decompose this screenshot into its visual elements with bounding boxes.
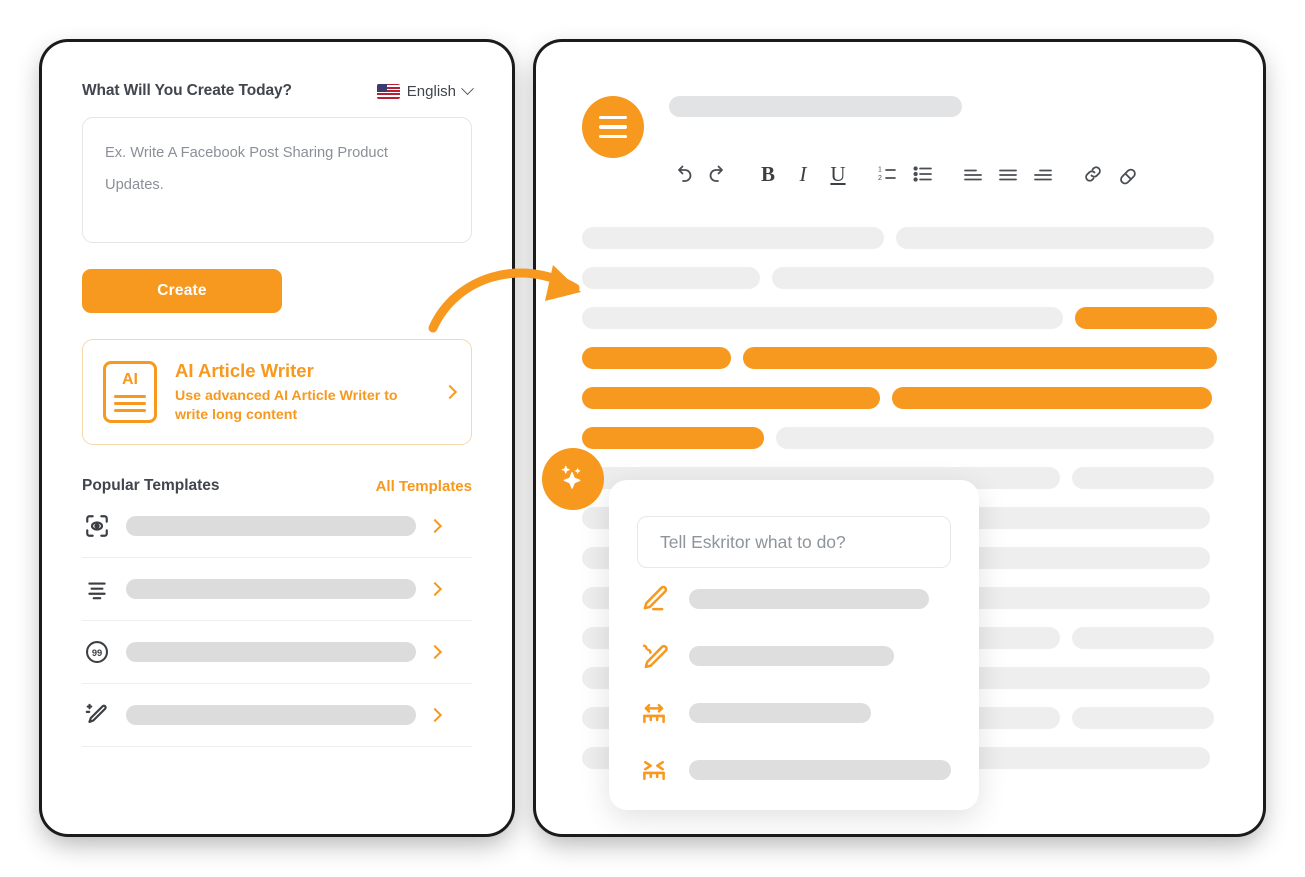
ai-icon-label: AI <box>122 371 138 388</box>
feature-card-text: AI Article Writer Use advanced AI Articl… <box>175 360 427 425</box>
template-row-paragraph[interactable] <box>82 558 472 621</box>
write-pencil-icon <box>637 582 671 616</box>
ai-action-improve[interactable] <box>637 630 951 682</box>
svg-text:1: 1 <box>878 166 882 173</box>
document-title-placeholder[interactable] <box>669 96 962 117</box>
chevron-right-icon <box>427 644 443 660</box>
svg-text:2: 2 <box>878 175 882 182</box>
template-row-scan[interactable] <box>82 495 472 558</box>
chevron-right-icon <box>427 707 443 723</box>
create-panel: What Will You Create Today? English Ex. … <box>42 42 512 834</box>
paragraph-lines-icon <box>82 574 112 604</box>
bullet-list-icon[interactable] <box>911 162 935 186</box>
link-icon[interactable] <box>1081 162 1105 186</box>
ai-action-label-placeholder <box>689 760 951 780</box>
template-label-placeholder <box>126 579 416 599</box>
template-label-placeholder <box>126 642 416 662</box>
undo-icon[interactable] <box>671 162 695 186</box>
document-line[interactable] <box>582 347 1217 369</box>
italic-icon[interactable]: I <box>791 162 815 186</box>
document-line[interactable] <box>582 427 1217 449</box>
hamburger-menu-icon[interactable] <box>582 96 644 158</box>
document-line[interactable] <box>582 307 1217 329</box>
ai-document-icon: AI <box>103 361 157 423</box>
us-flag-icon <box>376 83 400 99</box>
expand-text-icon <box>637 696 671 730</box>
ai-action-write[interactable] <box>637 573 951 625</box>
text-segment <box>1072 467 1214 489</box>
ai-prompt-input[interactable]: Tell Eskritor what to do? <box>637 516 951 568</box>
prompt-input[interactable]: Ex. Write A Facebook Post Sharing Produc… <box>82 117 472 243</box>
popular-templates-label: Popular Templates <box>82 477 220 494</box>
chevron-right-icon <box>427 581 443 597</box>
language-selector[interactable]: English <box>376 81 474 100</box>
ordered-list-icon[interactable]: 1 2 <box>876 162 900 186</box>
template-label-placeholder <box>126 705 416 725</box>
align-left-icon[interactable] <box>961 162 985 186</box>
chevron-down-icon <box>461 81 474 95</box>
ai-assistant-popover: Tell Eskritor what to do? <box>609 480 979 810</box>
text-segment <box>772 267 1214 289</box>
ai-action-label-placeholder <box>689 589 929 609</box>
template-row-rewrite[interactable] <box>82 684 472 747</box>
improve-pencil-icon <box>637 639 671 673</box>
sparkle-ai-icon[interactable] <box>542 448 604 510</box>
underline-icon[interactable]: U <box>826 162 850 186</box>
language-label: English <box>406 82 456 100</box>
align-right-icon[interactable] <box>1031 162 1055 186</box>
chevron-right-icon <box>442 384 458 400</box>
screenshot-stage: What Will You Create Today? English Ex. … <box>0 0 1305 877</box>
ai-article-writer-card[interactable]: AI AI Article Writer Use advanced AI Art… <box>82 339 472 445</box>
template-label-placeholder <box>126 516 416 536</box>
text-segment <box>1072 707 1214 729</box>
document-line[interactable] <box>582 227 1217 249</box>
highlighted-text-segment <box>742 347 1217 369</box>
highlighted-text-segment <box>582 427 764 449</box>
bold-icon[interactable]: B <box>756 162 780 186</box>
highlighted-text-segment <box>582 387 880 409</box>
text-segment <box>582 307 1064 329</box>
editor-toolbar: B I U 1 2 <box>671 162 1151 186</box>
all-templates-link[interactable]: All Templates <box>376 478 472 495</box>
magic-pencil-icon <box>82 700 112 730</box>
eraser-icon[interactable] <box>1116 162 1140 186</box>
document-line[interactable] <box>582 387 1217 409</box>
chevron-right-icon <box>427 518 443 534</box>
templates-header: Popular Templates All Templates <box>82 477 472 495</box>
text-segment <box>776 427 1214 449</box>
scan-eye-icon <box>82 511 112 541</box>
shorten-text-icon <box>637 753 671 787</box>
feature-card-subtitle: Use advanced AI Article Writer to write … <box>175 387 398 423</box>
curved-arrow-icon <box>425 248 605 343</box>
highlighted-text-segment <box>892 387 1212 409</box>
svg-text:99: 99 <box>92 648 102 658</box>
left-panel-header: What Will You Create Today? English <box>82 80 474 102</box>
quote-99-icon: 99 <box>82 637 112 667</box>
highlighted-text-segment <box>582 347 731 369</box>
templates-list: 99 <box>82 495 472 747</box>
template-row-quote[interactable]: 99 <box>82 621 472 684</box>
ai-action-label-placeholder <box>689 703 871 723</box>
feature-card-title: AI Article Writer <box>175 359 314 381</box>
ai-action-shorten[interactable] <box>637 744 951 796</box>
align-center-icon[interactable] <box>996 162 1020 186</box>
editor-panel: B I U 1 2 Tell Eskritor what to do? <box>536 42 1263 834</box>
redo-icon[interactable] <box>706 162 730 186</box>
highlighted-text-segment <box>1075 307 1217 329</box>
document-line[interactable] <box>582 267 1217 289</box>
text-segment <box>582 267 760 289</box>
page-title: What Will You Create Today? <box>82 82 292 99</box>
text-segment <box>582 227 884 249</box>
create-button[interactable]: Create <box>82 269 282 313</box>
text-segment <box>1072 627 1214 649</box>
ai-action-expand[interactable] <box>637 687 951 739</box>
text-segment <box>896 227 1214 249</box>
ai-action-label-placeholder <box>689 646 894 666</box>
